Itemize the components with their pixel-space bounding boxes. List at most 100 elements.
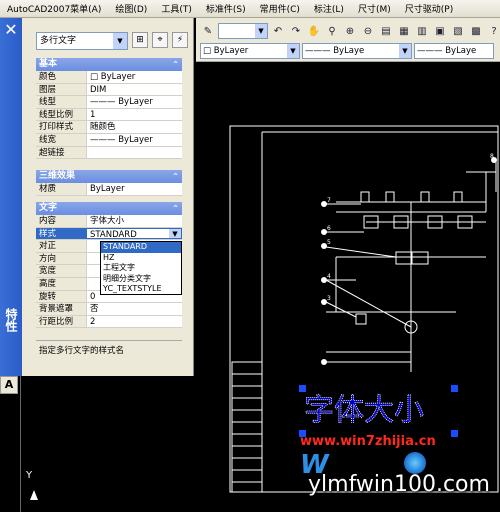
collapse-icon: ⌃ — [172, 172, 179, 181]
chevron-down-icon: ▼ — [169, 228, 181, 239]
style-option[interactable]: YC_TEXTSTYLE — [101, 284, 181, 295]
tool-palette-icon[interactable]: ▥ — [414, 23, 430, 39]
style-dropdown-list: STANDARD HZ 工程文字 明细分类文字 YC_TEXTSTYLE — [100, 241, 182, 295]
menu-dimension[interactable]: 标注(L) — [307, 2, 351, 15]
windows-logo-icon — [404, 452, 426, 474]
section-title: 三维效果 — [39, 171, 76, 181]
lineweight-combo-value: ByLaye — [445, 46, 477, 56]
leader-line — [325, 246, 397, 258]
menu-common-parts[interactable]: 常用件(C) — [253, 2, 307, 15]
toolbar-row-standard: ✎ ▼ ↶ ↷ ✋ ⚲ ⊕ ⊖ ▤ ▦ ▥ ▣ ▧ ▩ ? — [196, 20, 500, 42]
prop-row-contents[interactable]: 内容 字体大小 — [36, 215, 182, 228]
zoom-previous-icon[interactable]: ⊖ — [360, 23, 376, 39]
prop-key: 线型比例 — [36, 108, 86, 121]
valve — [420, 191, 430, 203]
pan-icon[interactable]: ✋ — [306, 23, 322, 39]
grip-handle[interactable] — [299, 385, 306, 392]
grip-handle[interactable] — [451, 385, 458, 392]
toggle-pickadd-icon[interactable]: ⊞ — [132, 32, 148, 48]
pipe — [325, 279, 412, 328]
prop-row-hyperlink[interactable]: 超链接 — [36, 146, 182, 160]
section-header-basic[interactable]: 基本 ⌃ — [36, 58, 182, 71]
menu-tools[interactable]: 工具(T) — [154, 2, 199, 15]
valve — [385, 191, 395, 203]
grip-handle[interactable] — [451, 430, 458, 437]
prop-value: DIM — [86, 83, 182, 96]
sheet-set-icon[interactable]: ▣ — [432, 23, 448, 39]
object-type-value: 多行文字 — [40, 36, 77, 46]
valve — [411, 251, 429, 265]
markup-icon[interactable]: ▧ — [450, 23, 466, 39]
title-block-rows — [232, 373, 262, 483]
style-option[interactable]: STANDARD — [101, 242, 181, 253]
prop-key: 内容 — [36, 215, 86, 227]
prop-key: 样式 — [36, 227, 86, 240]
menu-size-driven[interactable]: 尺寸驱动(P) — [398, 2, 460, 15]
prop-row-linetype-scale[interactable]: 线型比例 1 — [36, 108, 182, 122]
menu-autocad[interactable]: AutoCAD2007菜单(A) — [0, 2, 108, 15]
left-edge-line — [20, 376, 21, 512]
prop-value: □ ByLayer — [86, 71, 182, 83]
balloon-label: 8 — [490, 153, 494, 160]
prop-value — [86, 146, 182, 159]
properties-panel: 多行文字 ▼ ⊞ ⌖ ⚡ 基本 ⌃ 颜色 □ ByLayer 图层 DIM 线型 ——… — [22, 18, 194, 376]
section-header-text[interactable]: 文字 ⌃ — [36, 202, 182, 215]
style-value: STANDARD — [90, 229, 137, 240]
help-icon[interactable]: ? — [486, 23, 500, 39]
text-tab[interactable]: A — [0, 376, 18, 394]
prop-key: 超链接 — [36, 146, 86, 159]
menu-standard-parts[interactable]: 标准件(S) — [199, 2, 253, 15]
close-icon[interactable]: ✕ — [3, 22, 19, 38]
prop-row-lineweight[interactable]: 线宽 ——— ByLayer — [36, 133, 182, 147]
undo-icon[interactable]: ↶ — [270, 23, 286, 39]
zoom-realtime-icon[interactable]: ⚲ — [324, 23, 340, 39]
zoom-window-icon[interactable]: ⊕ — [342, 23, 358, 39]
linetype-combo[interactable]: ——— ByLaye ▼ — [302, 43, 412, 59]
ucs-y-label: Y — [26, 470, 33, 481]
quick-select-icon[interactable]: ⚡ — [172, 32, 188, 48]
redo-icon[interactable]: ↷ — [288, 23, 304, 39]
mtext-content: 字体大小 — [304, 393, 424, 428]
lineweight-combo[interactable]: ——— ByLaye — [414, 43, 494, 59]
prop-row-material[interactable]: 材质 ByLayer — [36, 183, 182, 196]
menu-size[interactable]: 尺寸(M) — [351, 2, 398, 15]
select-objects-icon[interactable]: ⌖ — [152, 32, 168, 48]
tool-combo[interactable]: ▼ — [218, 23, 268, 39]
valve — [395, 251, 413, 265]
prop-value: ——— ByLayer — [86, 96, 182, 108]
prop-value: 字体大小 — [86, 215, 182, 227]
section-basic: 基本 ⌃ 颜色 □ ByLayer 图层 DIM 线型 ——— ByLayer 线型比… — [36, 58, 182, 160]
design-center-icon[interactable]: ▦ — [396, 23, 412, 39]
style-select[interactable]: STANDARD ▼ — [86, 227, 182, 240]
calculator-icon[interactable]: ▩ — [468, 23, 484, 39]
pencil-icon[interactable]: ✎ — [200, 23, 216, 39]
prop-key: 旋转 — [36, 290, 86, 303]
prop-value: ——— ByLayer — [86, 133, 182, 146]
prop-row-color[interactable]: 颜色 □ ByLayer — [36, 71, 182, 84]
dock-title: 特性 — [4, 308, 18, 332]
prop-key: 颜色 — [36, 71, 86, 83]
style-option[interactable]: 工程文字 — [101, 263, 181, 274]
valve — [453, 191, 463, 203]
chevron-down-icon: ▼ — [399, 44, 411, 58]
style-option[interactable]: 明细分类文字 — [101, 274, 181, 285]
prop-row-layer[interactable]: 图层 DIM — [36, 83, 182, 97]
menu-draw[interactable]: 绘图(D) — [108, 2, 154, 15]
prop-key: 打印样式 — [36, 121, 86, 133]
object-type-select[interactable]: 多行文字 ▼ — [36, 32, 128, 50]
prop-row-linetype[interactable]: 线型 ——— ByLayer — [36, 96, 182, 109]
properties-icon[interactable]: ▤ — [378, 23, 394, 39]
prop-key: 行距比例 — [36, 315, 86, 328]
prop-row-plot-style[interactable]: 打印样式 随颜色 — [36, 121, 182, 134]
prop-value: 2 — [86, 315, 182, 328]
layer-color-combo[interactable]: □ ByLayer ▼ — [200, 43, 300, 59]
prop-row-line-spacing[interactable]: 行距比例 2 — [36, 315, 182, 329]
section-header-3d[interactable]: 三维效果 ⌃ — [36, 170, 182, 183]
prop-row-background-mask[interactable]: 背景遮罩否 — [36, 303, 182, 316]
chevron-down-icon: ▼ — [113, 33, 127, 49]
style-option[interactable]: HZ — [101, 253, 181, 264]
balloon-label: 4 — [327, 273, 331, 280]
balloon-label: 7 — [327, 197, 331, 204]
prop-row-style[interactable]: 样式 STANDARD ▼ — [36, 227, 182, 241]
selected-mtext[interactable]: 字体大小 — [299, 385, 458, 437]
